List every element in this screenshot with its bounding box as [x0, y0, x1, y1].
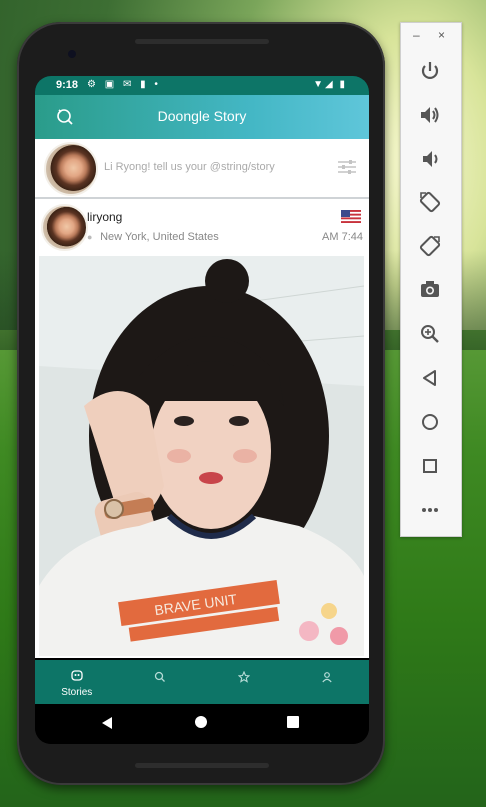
stories-icon — [35, 668, 119, 686]
search-icon — [119, 668, 203, 688]
rotate-left-icon[interactable] — [416, 188, 444, 216]
app-title: Doongle Story — [157, 108, 247, 124]
back-icon[interactable] — [102, 717, 112, 729]
notification-icons: ⚙ ▣ ✉ ▮ • — [87, 79, 161, 90]
post-author[interactable]: liryong — [87, 210, 122, 224]
us-flag-icon — [341, 210, 361, 228]
zoom-icon[interactable] — [416, 320, 444, 348]
post-time: AM 7:44 — [322, 231, 363, 243]
minimize-button[interactable]: – — [413, 28, 420, 42]
star-icon — [202, 668, 286, 688]
rotate-right-icon[interactable] — [416, 232, 444, 260]
power-icon[interactable] — [416, 57, 444, 85]
compose-prompt[interactable]: Li Ryong! tell us your @string/story — [104, 161, 275, 173]
front-camera — [68, 50, 76, 58]
phone-screen: 9:18 ⚙ ▣ ✉ ▮ • ▼◢ ▮ Doongle Story Li Ryo… — [35, 76, 369, 744]
emulator-toolbar: – × — [400, 22, 462, 537]
overview-icon[interactable] — [287, 716, 299, 728]
more-icon[interactable] — [416, 496, 444, 524]
tab-search[interactable] — [119, 660, 203, 704]
app-bar: Doongle Story — [35, 95, 369, 139]
volume-up-icon[interactable] — [416, 101, 444, 129]
status-bar: 9:18 ⚙ ▣ ✉ ▮ • ▼◢ ▮ — [35, 76, 369, 95]
tab-stories-label: Stories — [61, 687, 93, 698]
camera-icon[interactable] — [416, 276, 444, 304]
system-navigation-bar — [35, 704, 369, 744]
tab-favorites[interactable] — [202, 660, 286, 704]
speaker-top — [135, 39, 269, 44]
speaker-bottom — [135, 763, 269, 768]
home-icon[interactable] — [195, 716, 207, 728]
home-icon[interactable] — [416, 408, 444, 436]
back-icon[interactable] — [416, 364, 444, 392]
location-country: United States — [152, 231, 219, 243]
close-button[interactable]: × — [438, 28, 445, 42]
location-city: New York, — [100, 231, 150, 243]
status-time: 9:18 — [56, 79, 79, 91]
sliders-icon[interactable] — [337, 157, 357, 182]
user-avatar[interactable] — [44, 142, 98, 196]
location-pin-icon: ● — [87, 232, 93, 242]
tab-profile[interactable] — [286, 660, 370, 704]
volume-down-icon[interactable] — [416, 145, 444, 173]
author-avatar[interactable] — [41, 204, 88, 251]
overview-icon[interactable] — [416, 452, 444, 480]
signal-battery-icons: ▼◢ ▮ — [313, 79, 347, 90]
person-icon — [286, 668, 370, 688]
post-photo-container[interactable]: BRAVE UNIT — [35, 256, 369, 658]
post-location: ● New York, United States — [87, 231, 219, 243]
post-photo[interactable]: BRAVE UNIT — [39, 256, 364, 656]
tab-stories[interactable]: Stories — [35, 660, 119, 704]
compose-story-bar[interactable]: Li Ryong! tell us your @string/story — [35, 139, 369, 199]
post-header: liryong ● New York, United States AM 7:4… — [35, 199, 369, 256]
bottom-navigation: Stories — [35, 660, 369, 704]
